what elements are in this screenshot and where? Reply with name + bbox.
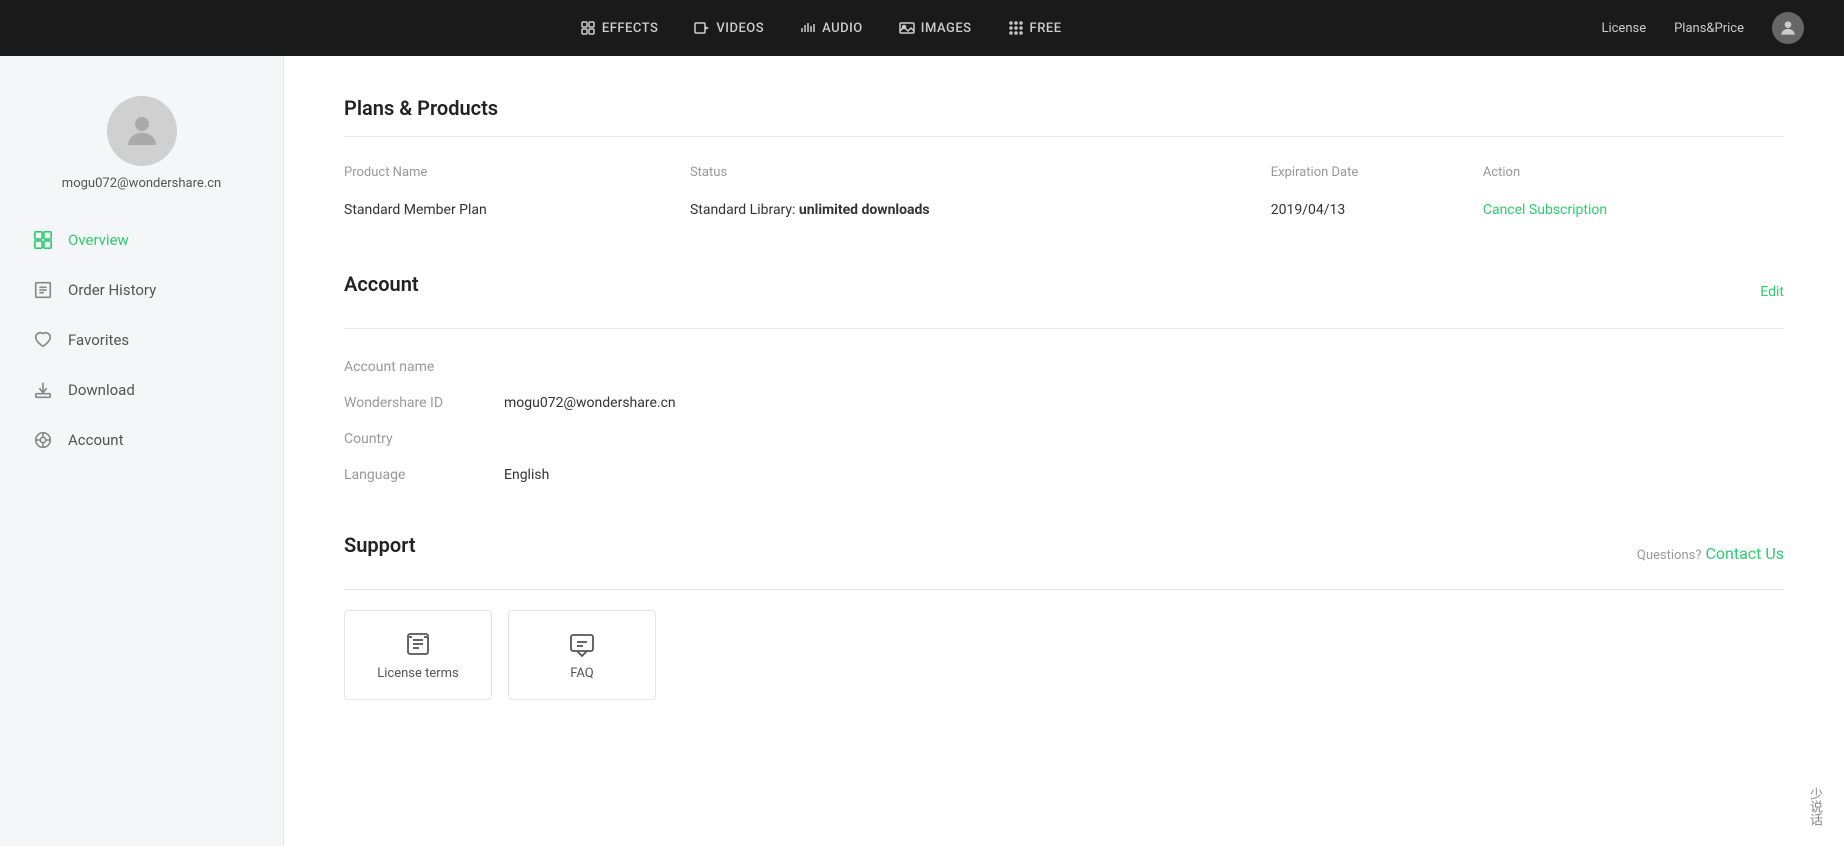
account-divider <box>344 328 1784 329</box>
support-title: Support <box>344 533 416 557</box>
account-header: Account Edit <box>344 272 1784 312</box>
favorites-icon <box>32 329 54 351</box>
country-label: Country <box>344 431 504 447</box>
support-cards: License terms FAQ <box>344 610 1784 700</box>
main-content: Plans & Products Product Name Status Exp… <box>284 56 1844 846</box>
nav-videos[interactable]: VIDEOS <box>694 20 764 36</box>
account-title: Account <box>344 272 419 296</box>
language-label: Language <box>344 467 504 483</box>
license-terms-label: License terms <box>377 666 459 681</box>
wondershare-id-label: Wondershare ID <box>344 395 504 411</box>
free-icon <box>1008 20 1024 36</box>
language-value: English <box>504 467 549 483</box>
faq-label: FAQ <box>570 666 593 681</box>
country-row: Country <box>344 421 1784 457</box>
top-navigation: EFFECTS VIDEOS AUDIO <box>0 0 1844 56</box>
account-name-row: Account name <box>344 349 1784 385</box>
plans-title: Plans & Products <box>344 96 1784 120</box>
col-action: Action <box>1483 157 1784 188</box>
col-product-name: Product Name <box>344 157 690 188</box>
videos-icon <box>694 20 710 36</box>
support-divider <box>344 589 1784 590</box>
col-status: Status <box>690 157 1271 188</box>
support-contact-area: Questions? Contact Us <box>1637 544 1784 563</box>
faq-card[interactable]: FAQ <box>508 610 656 700</box>
nav-audio[interactable]: AUDIO <box>800 20 863 36</box>
nav-center: EFFECTS VIDEOS AUDIO <box>580 20 1062 36</box>
main-layout: mogu072@wondershare.cn Overview <box>0 56 1844 846</box>
product-name-cell: Standard Member Plan <box>344 188 690 232</box>
account-name-label: Account name <box>344 359 504 375</box>
status-cell: Standard Library: unlimited downloads <box>690 188 1271 232</box>
contact-us-link[interactable]: Contact Us <box>1705 544 1784 563</box>
account-fields: Account name Wondershare ID mogu072@wond… <box>344 349 1784 493</box>
nav-license[interactable]: License <box>1601 21 1646 36</box>
plans-section: Plans & Products Product Name Status Exp… <box>344 96 1784 232</box>
overview-icon <box>32 229 54 251</box>
status-bold: unlimited downloads <box>799 202 930 218</box>
faq-icon <box>568 630 596 658</box>
edit-button[interactable]: Edit <box>1760 284 1784 300</box>
sidebar-item-account[interactable]: Account <box>0 415 283 465</box>
wondershare-id-value: mogu072@wondershare.cn <box>504 395 676 411</box>
nav-effects[interactable]: EFFECTS <box>580 20 659 36</box>
sidebar-email: mogu072@wondershare.cn <box>62 176 221 191</box>
sidebar: mogu072@wondershare.cn Overview <box>0 56 284 846</box>
account-icon <box>32 429 54 451</box>
user-profile-area: mogu072@wondershare.cn <box>0 96 283 191</box>
nav-right: License Plans&Price <box>1601 12 1804 44</box>
sidebar-item-favorites[interactable]: Favorites <box>0 315 283 365</box>
action-cell: Cancel Subscription <box>1483 188 1784 232</box>
expiration-cell: 2019/04/13 <box>1271 188 1483 232</box>
order-history-icon <box>32 279 54 301</box>
table-row: Standard Member Plan Standard Library: u… <box>344 188 1784 232</box>
sidebar-item-overview[interactable]: Overview <box>0 215 283 265</box>
status-prefix: Standard Library: <box>690 202 799 218</box>
user-avatar[interactable] <box>1772 12 1804 44</box>
plans-divider <box>344 136 1784 137</box>
sidebar-item-download[interactable]: Download <box>0 365 283 415</box>
effects-icon <box>580 20 596 36</box>
col-expiration: Expiration Date <box>1271 157 1483 188</box>
sidebar-navigation: Overview Order History <box>0 215 283 465</box>
watermark-text: 少说话 <box>1805 787 1824 826</box>
support-header: Support Questions? Contact Us <box>344 533 1784 573</box>
support-section: Support Questions? Contact Us <box>344 533 1784 700</box>
account-section: Account Edit Account name Wondershare ID… <box>344 272 1784 493</box>
license-terms-icon <box>404 630 432 658</box>
avatar <box>107 96 177 166</box>
images-icon <box>899 20 915 36</box>
questions-text: Questions? <box>1637 548 1702 563</box>
nav-free[interactable]: FREE <box>1008 20 1062 36</box>
download-icon <box>32 379 54 401</box>
nav-plans-price[interactable]: Plans&Price <box>1674 21 1744 36</box>
nav-images[interactable]: IMAGES <box>899 20 972 36</box>
plans-table: Product Name Status Expiration Date Acti… <box>344 157 1784 232</box>
wondershare-id-row: Wondershare ID mogu072@wondershare.cn <box>344 385 1784 421</box>
license-terms-card[interactable]: License terms <box>344 610 492 700</box>
language-row: Language English <box>344 457 1784 493</box>
audio-icon <box>800 20 816 36</box>
cancel-subscription-link[interactable]: Cancel Subscription <box>1483 202 1607 218</box>
sidebar-item-order-history[interactable]: Order History <box>0 265 283 315</box>
